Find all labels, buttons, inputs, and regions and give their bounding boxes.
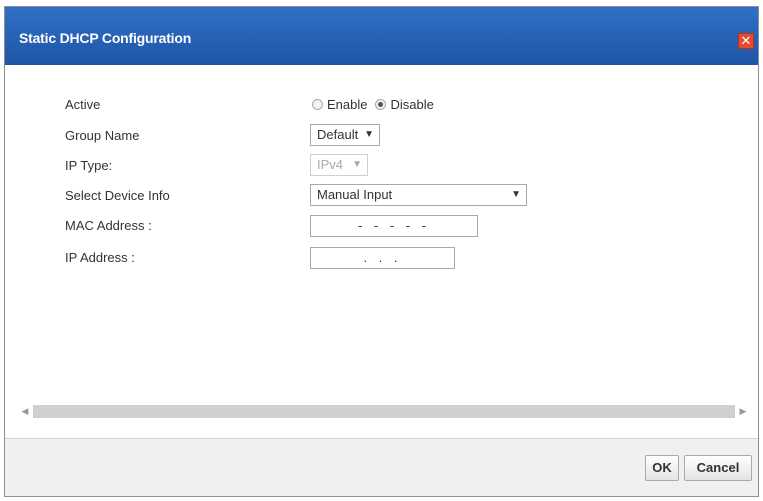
arrow-left-icon[interactable]: ◀ — [19, 406, 31, 417]
disable-radio[interactable] — [375, 99, 387, 110]
ip-address-input[interactable]: . . . — [310, 247, 455, 269]
enable-radio[interactable] — [312, 99, 323, 110]
caret-down-icon: ▼ — [511, 189, 521, 200]
horizontal-scrollbar[interactable]: ◀ ▶ — [19, 403, 749, 420]
disable-radio-label[interactable]: Disable — [390, 97, 433, 112]
enable-radio-label[interactable]: Enable — [327, 97, 367, 112]
ip-type-select: IPv4 ▼ — [310, 154, 368, 176]
group-name-label: Group Name — [65, 128, 140, 143]
ip-type-label: IP Type: — [65, 158, 113, 173]
mac-address-label: MAC Address : — [65, 218, 152, 233]
select-device-info-label: Select Device Info — [65, 188, 170, 203]
group-name-select[interactable]: Default ▼ — [310, 124, 380, 146]
group-name-value: Default — [317, 127, 359, 142]
cancel-button[interactable]: Cancel — [684, 455, 752, 481]
ip-type-value: IPv4 — [317, 157, 344, 172]
scrollbar-thumb[interactable] — [33, 405, 735, 418]
ok-button[interactable]: OK — [645, 455, 679, 481]
dialog-content: Active Enable Disable Group Name Default… — [5, 65, 758, 440]
device-info-select[interactable]: Manual Input ▼ — [310, 184, 527, 206]
mac-address-input[interactable]: - - - - - — [310, 215, 478, 237]
caret-down-icon: ▼ — [364, 129, 374, 140]
dialog-title: Static DHCP Configuration — [19, 30, 192, 46]
dialog-footer: OK Cancel — [5, 438, 758, 496]
static-dhcp-dialog: Static DHCP Configuration ✕ Active Enabl… — [4, 6, 759, 497]
caret-down-icon: ▼ — [352, 159, 362, 170]
dialog-titlebar: Static DHCP Configuration ✕ — [5, 7, 758, 65]
active-label: Active — [65, 97, 101, 112]
close-icon[interactable]: ✕ — [738, 33, 754, 49]
arrow-right-icon[interactable]: ▶ — [737, 406, 749, 417]
device-info-value: Manual Input — [317, 187, 393, 202]
ip-address-label: IP Address : — [65, 250, 135, 265]
active-radio-group: Enable Disable — [312, 97, 434, 112]
